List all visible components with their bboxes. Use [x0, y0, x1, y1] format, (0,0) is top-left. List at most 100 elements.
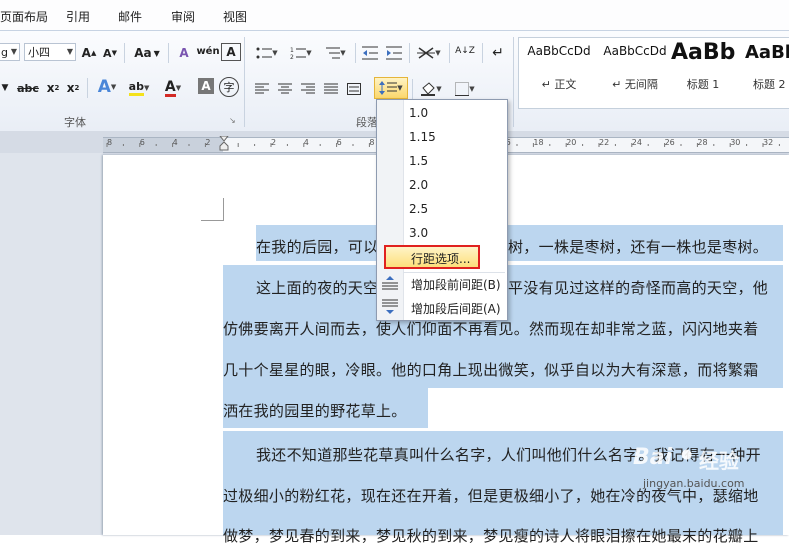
line-spacing-options-item[interactable]: 行距选项...	[411, 250, 470, 267]
add-space-after-item[interactable]: 增加段后间距(A)	[411, 300, 501, 317]
justify-button[interactable]	[321, 79, 341, 99]
style-heading-1[interactable]: AaBb 标题 1	[671, 38, 735, 106]
font-size-box[interactable]: 小四 ▼	[24, 43, 76, 61]
change-case-button[interactable]: Aa ▼	[131, 43, 163, 63]
char-border-button[interactable]: A	[221, 43, 241, 61]
doc-line-2a: 这上面的夜的天空	[256, 279, 379, 297]
distributed-button[interactable]	[344, 79, 364, 99]
increase-indent-button[interactable]	[384, 43, 404, 63]
phonetic-guide-button[interactable]: wén	[196, 41, 219, 61]
numbering-icon: 12	[290, 47, 307, 60]
watermark-brand-2: 经验	[699, 449, 739, 473]
increase-indent-icon	[386, 46, 402, 60]
subscript-button[interactable]: x2	[44, 78, 62, 98]
numbering-button[interactable]: 1 2 ▼	[286, 43, 316, 63]
char-border-icon: A	[226, 45, 236, 59]
indent-marker-icon[interactable]	[219, 136, 229, 152]
style-name: 标题 1	[686, 78, 720, 91]
multilevel-list-icon	[326, 47, 341, 59]
sort-button[interactable]: A↓Z	[454, 41, 476, 61]
ribbon-tabs: 页面布局 引用 邮件 审阅 视图	[0, 0, 789, 31]
ruler-label: 24	[631, 138, 642, 147]
spacing-option-1-5[interactable]: 1.5	[409, 154, 428, 168]
text-effect-button[interactable]: A ▼	[94, 77, 120, 97]
ruler-label: 2	[205, 138, 211, 147]
multilevel-list-button[interactable]: ▼	[320, 43, 350, 63]
divider	[87, 78, 88, 98]
show-marks-button[interactable]: ↵	[488, 43, 508, 63]
spacing-option-1-0[interactable]: 1.0	[409, 106, 428, 120]
divider	[412, 79, 413, 99]
borders-icon	[455, 82, 470, 96]
highlight-icon: ab	[128, 80, 144, 96]
ruler-label: 22	[599, 138, 610, 147]
enclose-char-button[interactable]: 字	[219, 77, 239, 97]
style-heading-2[interactable]: AaBb 标题 2	[739, 38, 789, 106]
tab-mailings[interactable]: 邮件	[118, 8, 142, 25]
menu-separator	[403, 272, 505, 273]
line-spacing-button[interactable]: ▼	[374, 77, 408, 99]
align-right-button[interactable]	[298, 79, 318, 99]
superscript-button[interactable]: x2	[64, 78, 82, 98]
chevron-down-icon[interactable]: ▼	[0, 78, 10, 98]
decrease-indent-button[interactable]	[360, 43, 380, 63]
add-space-before-item[interactable]: 增加段前间距(B)	[411, 276, 501, 293]
bullets-button[interactable]: ▼	[252, 43, 282, 63]
change-case-icon: Aa	[134, 46, 152, 60]
divider	[482, 43, 483, 63]
divider	[168, 43, 169, 63]
clear-format-button[interactable]: A	[174, 43, 194, 63]
text-effect-icon: A	[97, 77, 111, 97]
grow-font-button[interactable]: A ▲	[80, 43, 98, 63]
strikethrough-icon: abc	[17, 81, 39, 95]
paw-icon: ●	[681, 447, 693, 462]
ruler-label: 8	[369, 138, 375, 147]
enclose-char-icon: 字	[223, 81, 235, 94]
decrease-indent-icon	[362, 46, 378, 60]
style-sample: AaBbCcDd	[527, 44, 591, 58]
tab-references[interactable]: 引用	[66, 8, 90, 25]
shrink-font-icon: A	[103, 46, 112, 60]
spacing-option-2-0[interactable]: 2.0	[409, 178, 428, 192]
style-normal[interactable]: AaBbCcDd ↵ 正文	[519, 38, 599, 106]
font-size-value: 小四	[28, 46, 50, 59]
dialog-launcher-icon[interactable]: ↘	[229, 116, 236, 125]
spacing-option-3-0[interactable]: 3.0	[409, 226, 428, 240]
spacing-option-1-15[interactable]: 1.15	[409, 130, 436, 144]
ruler-label: 8	[107, 138, 113, 147]
font-group-label: 字体	[64, 116, 86, 129]
doc-line-4: 几十个星星的眼，冷眼。他的口角上现出微笑，似乎自以为大有深意，而将繁霜	[223, 361, 759, 379]
char-shading-button[interactable]: A	[198, 78, 214, 94]
align-left-icon	[255, 83, 269, 94]
borders-button[interactable]: ▼	[452, 79, 478, 99]
font-name-box[interactable]: g ▼	[0, 43, 20, 61]
ruler-label: 32	[763, 138, 774, 147]
paragraph-group-label: 段落	[356, 116, 378, 129]
tab-view[interactable]: 视图	[223, 8, 247, 25]
shrink-font-button[interactable]: A ▼	[101, 43, 119, 63]
asian-layout-button[interactable]: ▼	[414, 43, 444, 63]
font-color-button[interactable]: A ▼	[158, 78, 188, 98]
clear-format-icon: A	[179, 46, 189, 60]
ruler-label: 20	[566, 138, 577, 147]
shading-button[interactable]: ▼	[418, 79, 444, 99]
highlight-button[interactable]: ab ▼	[124, 78, 154, 98]
align-left-button[interactable]	[252, 79, 272, 99]
ruler-label: 4	[172, 138, 178, 147]
margin-corner-mark	[201, 198, 224, 221]
grow-font-icon: A	[81, 46, 91, 60]
align-center-button[interactable]	[275, 79, 295, 99]
divider	[355, 43, 356, 63]
tab-page-layout[interactable]: 页面布局	[0, 8, 48, 25]
asian-layout-icon	[417, 47, 436, 59]
style-no-spacing[interactable]: AaBbCcDd ↵ 无间隔	[595, 38, 675, 106]
ruler-label: 28	[697, 138, 708, 147]
chevron-down-icon: ▼	[10, 47, 17, 56]
ruler-label: 30	[730, 138, 741, 147]
strikethrough-button[interactable]: abc	[14, 78, 42, 98]
chevron-down-icon: ▼	[66, 47, 73, 56]
ruler-label: 2	[271, 138, 277, 147]
style-sample: AaBb	[671, 40, 735, 65]
spacing-option-2-5[interactable]: 2.5	[409, 202, 428, 216]
tab-review[interactable]: 审阅	[171, 8, 195, 25]
